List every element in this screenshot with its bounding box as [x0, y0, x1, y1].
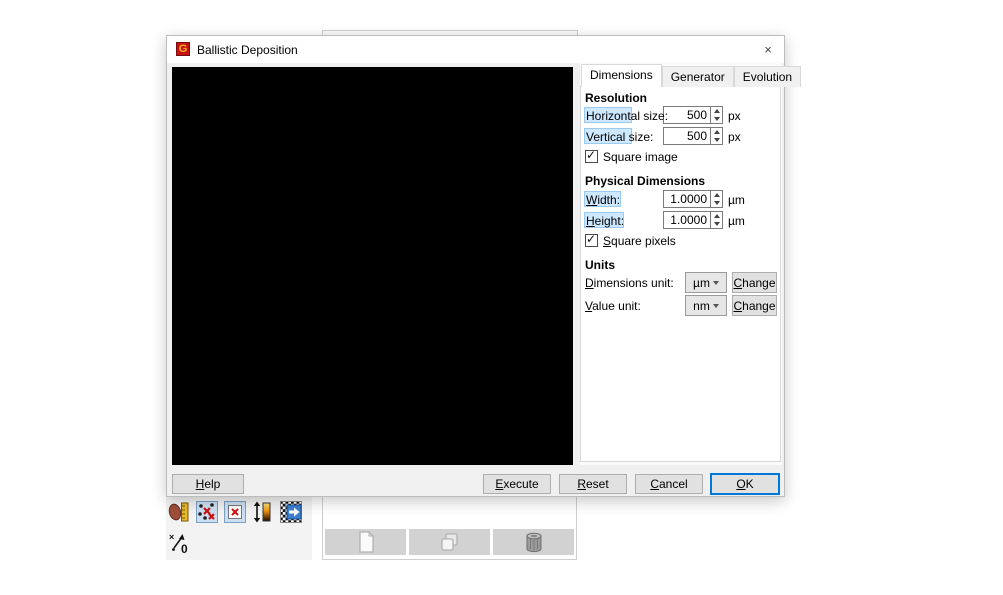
title-bar: G Ballistic Deposition ×	[167, 36, 784, 63]
browser-button-row	[325, 529, 574, 555]
screen: × 0	[0, 0, 1003, 595]
delete-icon[interactable]	[493, 529, 574, 555]
value-unit-value: nm	[693, 299, 710, 313]
mask-remove-icon[interactable]	[223, 500, 247, 524]
height-label: Height:	[586, 214, 624, 228]
execute-button[interactable]: Execute	[483, 474, 551, 494]
new-icon[interactable]	[325, 529, 406, 555]
value-unit-change-button[interactable]: Change	[732, 295, 777, 316]
square-image-label: Square image	[603, 150, 678, 164]
spin-down-icon[interactable]	[711, 136, 722, 144]
tab-dimensions[interactable]: Dimensions	[581, 64, 662, 87]
gwyddion-toolbox: × 0	[166, 497, 312, 560]
value-unit-dropdown[interactable]: nm	[685, 295, 727, 316]
dropdown-arrow-icon	[713, 281, 719, 285]
window-title: Ballistic Deposition	[197, 43, 298, 57]
cancel-button[interactable]: Cancel	[635, 474, 703, 494]
spin-up-icon[interactable]	[711, 191, 722, 199]
preview-image	[172, 67, 573, 465]
dimensions-unit-label: Dimensions unit:	[585, 276, 674, 290]
fft-filter-icon[interactable]	[279, 500, 303, 524]
tab-evolution[interactable]: Evolution	[734, 66, 801, 87]
dimensions-unit-change-button[interactable]: Change	[732, 272, 777, 293]
spin-down-icon[interactable]	[711, 220, 722, 228]
spin-up-icon[interactable]	[711, 212, 722, 220]
width-label: Width:	[586, 193, 620, 207]
tab-bar: Dimensions Generator Evolution	[581, 64, 801, 87]
resolution-heading: Resolution	[585, 91, 647, 105]
width-input[interactable]	[663, 190, 711, 208]
close-icon[interactable]: ×	[752, 36, 784, 63]
vertical-size-label: Vertical size:	[586, 130, 653, 144]
svg-text:0: 0	[181, 542, 188, 555]
units-heading: Units	[585, 258, 615, 272]
reset-button[interactable]: Reset	[559, 474, 627, 494]
spin-down-icon[interactable]	[711, 199, 722, 207]
checkmark-icon: ✓	[586, 232, 596, 246]
data-browser-window	[322, 497, 577, 560]
measure-icon[interactable]	[167, 500, 191, 524]
vertical-size-spinner[interactable]	[711, 127, 723, 145]
height-unit: µm	[728, 214, 745, 228]
spin-up-icon[interactable]	[711, 107, 722, 115]
help-button[interactable]: Help	[172, 474, 244, 494]
square-image-checkbox[interactable]: ✓	[585, 150, 598, 163]
tab-generator[interactable]: Generator	[662, 66, 734, 87]
checkmark-icon: ✓	[586, 148, 596, 162]
value-unit-label: Value unit:	[585, 299, 641, 313]
grain-remove-icon[interactable]	[195, 500, 219, 524]
square-pixels-label: Square pixels	[603, 234, 676, 248]
square-pixels-checkbox[interactable]: ✓	[585, 234, 598, 247]
horizontal-size-input[interactable]	[663, 106, 711, 124]
spin-down-icon[interactable]	[711, 115, 722, 123]
physical-dimensions-heading: Physical Dimensions	[585, 174, 705, 188]
horizontal-size-label: Horizontal size:	[586, 109, 668, 123]
height-spinner[interactable]	[711, 211, 723, 229]
height-input[interactable]	[663, 211, 711, 229]
spin-up-icon[interactable]	[711, 128, 722, 136]
horizontal-size-unit: px	[728, 109, 741, 123]
gwyddion-logo-icon: G	[176, 42, 190, 56]
duplicate-icon[interactable]	[409, 529, 490, 555]
svg-text:×: ×	[169, 532, 174, 542]
ok-button[interactable]: OK	[710, 473, 780, 495]
width-unit: µm	[728, 193, 745, 207]
horizontal-size-spinner[interactable]	[711, 106, 723, 124]
dimensions-unit-value: µm	[693, 276, 710, 290]
color-range-icon[interactable]	[251, 500, 275, 524]
dimensions-unit-dropdown[interactable]: µm	[685, 272, 727, 293]
vertical-size-input[interactable]	[663, 127, 711, 145]
fix-zero-icon[interactable]: × 0	[168, 531, 192, 555]
vertical-size-unit: px	[728, 130, 741, 144]
dropdown-arrow-icon	[713, 304, 719, 308]
width-spinner[interactable]	[711, 190, 723, 208]
